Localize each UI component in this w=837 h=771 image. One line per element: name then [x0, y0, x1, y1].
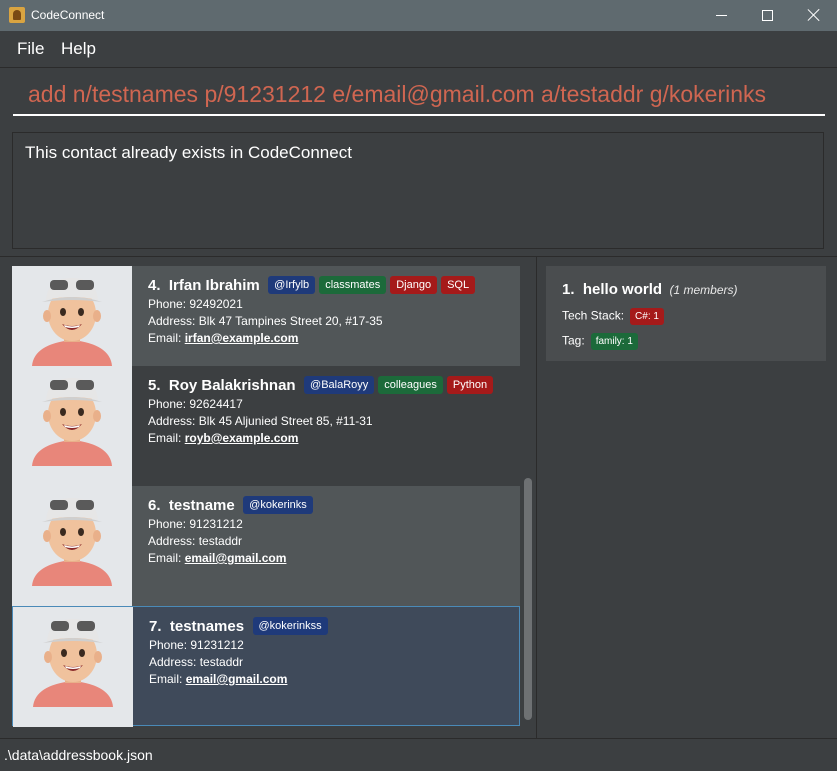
person-name: 4. Irfan Ibrahim — [148, 276, 260, 294]
group-tech-stack: Tech Stack: C#: 1 — [562, 308, 664, 325]
person-card[interactable]: 6. testname @kokerinks Phone: 91231212 A… — [12, 486, 520, 606]
tag: classmates — [319, 276, 387, 294]
person-phone: Phone: 91231212 — [148, 517, 243, 531]
person-email-row: Email: royb@example.com — [148, 431, 299, 445]
tag-github: @kokerinks — [243, 496, 313, 514]
group-members: (1 members) — [669, 283, 738, 297]
group-tag: family: 1 — [590, 333, 638, 350]
person-address: Address: testaddr — [148, 534, 243, 548]
result-message: This contact already exists in CodeConne… — [25, 143, 352, 162]
command-box — [0, 68, 837, 125]
person-email-row: Email: email@gmail.com — [149, 672, 288, 686]
person-email-link[interactable]: royb@example.com — [185, 431, 299, 445]
result-display: This contact already exists in CodeConne… — [12, 132, 824, 249]
person-card[interactable]: 5. Roy Balakrishnan @BalaRoyy colleagues P… — [12, 366, 520, 486]
person-email-row: Email: email@gmail.com — [148, 551, 287, 565]
status-bar: .\data\addressbook.json — [0, 738, 837, 771]
avatar-illustration — [12, 266, 132, 366]
person-email-link[interactable]: email@gmail.com — [185, 551, 287, 565]
avatar-illustration — [12, 366, 132, 466]
person-name: 6. testname — [148, 496, 235, 514]
tag-github: @Irfylb — [268, 276, 316, 294]
maximize-icon — [762, 10, 773, 21]
tag: Python — [446, 376, 494, 394]
minimize-button[interactable] — [699, 0, 745, 31]
group-tags: Tag: family: 1 — [562, 333, 638, 350]
tag: SQL — [441, 276, 476, 294]
person-list[interactable]: 4. Irfan Ibrahim @Irfylb classmates Django… — [12, 266, 520, 727]
menu-file[interactable]: File — [17, 39, 44, 59]
person-address: Address: Blk 45 Aljunied Street 85, #11-… — [148, 414, 373, 428]
minimize-icon — [716, 15, 727, 16]
person-name: 5. Roy Balakrishnan — [148, 376, 296, 394]
close-icon — [807, 8, 821, 22]
group-title: 1. hello world (1 members) — [562, 281, 738, 298]
maximize-button[interactable] — [745, 0, 791, 31]
tag: colleagues — [378, 376, 443, 394]
person-email-row: Email: irfan@example.com — [148, 331, 299, 345]
group-card[interactable]: 1. hello world (1 members) Tech Stack: C#… — [546, 266, 826, 361]
window-title: CodeConnect — [31, 8, 105, 22]
group-name: hello world — [582, 281, 663, 298]
person-phone: Phone: 91231212 — [149, 638, 244, 652]
person-phone: Phone: 92492021 — [148, 297, 243, 311]
title-bar: CodeConnect — [0, 0, 837, 31]
tag: Django — [390, 276, 438, 294]
person-phone: Phone: 92624417 — [148, 397, 243, 411]
menu-bar: File Help — [0, 31, 837, 68]
menu-help[interactable]: Help — [61, 39, 96, 59]
person-email-link[interactable]: email@gmail.com — [186, 672, 288, 686]
person-email-link[interactable]: irfan@example.com — [185, 331, 299, 345]
avatar-illustration — [12, 486, 132, 586]
tech-stack-tag: C#: 1 — [630, 308, 664, 325]
person-address: Address: testaddr — [149, 655, 244, 669]
tag-github: @BalaRoyy — [304, 376, 375, 394]
person-card-selected[interactable]: 7. testnames @kokerinkss Phone: 91231212… — [12, 606, 520, 727]
scrollbar-thumb[interactable] — [524, 478, 532, 720]
command-input[interactable] — [13, 74, 825, 116]
avatar — [13, 607, 133, 727]
app-icon — [9, 7, 25, 23]
divider — [0, 256, 837, 257]
person-name: 7. testnames — [149, 617, 245, 635]
save-location: .\data\addressbook.json — [4, 747, 153, 763]
tag-github: @kokerinkss — [252, 617, 328, 635]
panel-divider — [536, 257, 537, 738]
avatar — [12, 486, 132, 606]
avatar-illustration — [13, 607, 133, 707]
person-address: Address: Blk 47 Tampines Street 20, #17-… — [148, 314, 383, 328]
avatar — [12, 366, 132, 486]
close-button[interactable] — [791, 0, 837, 31]
